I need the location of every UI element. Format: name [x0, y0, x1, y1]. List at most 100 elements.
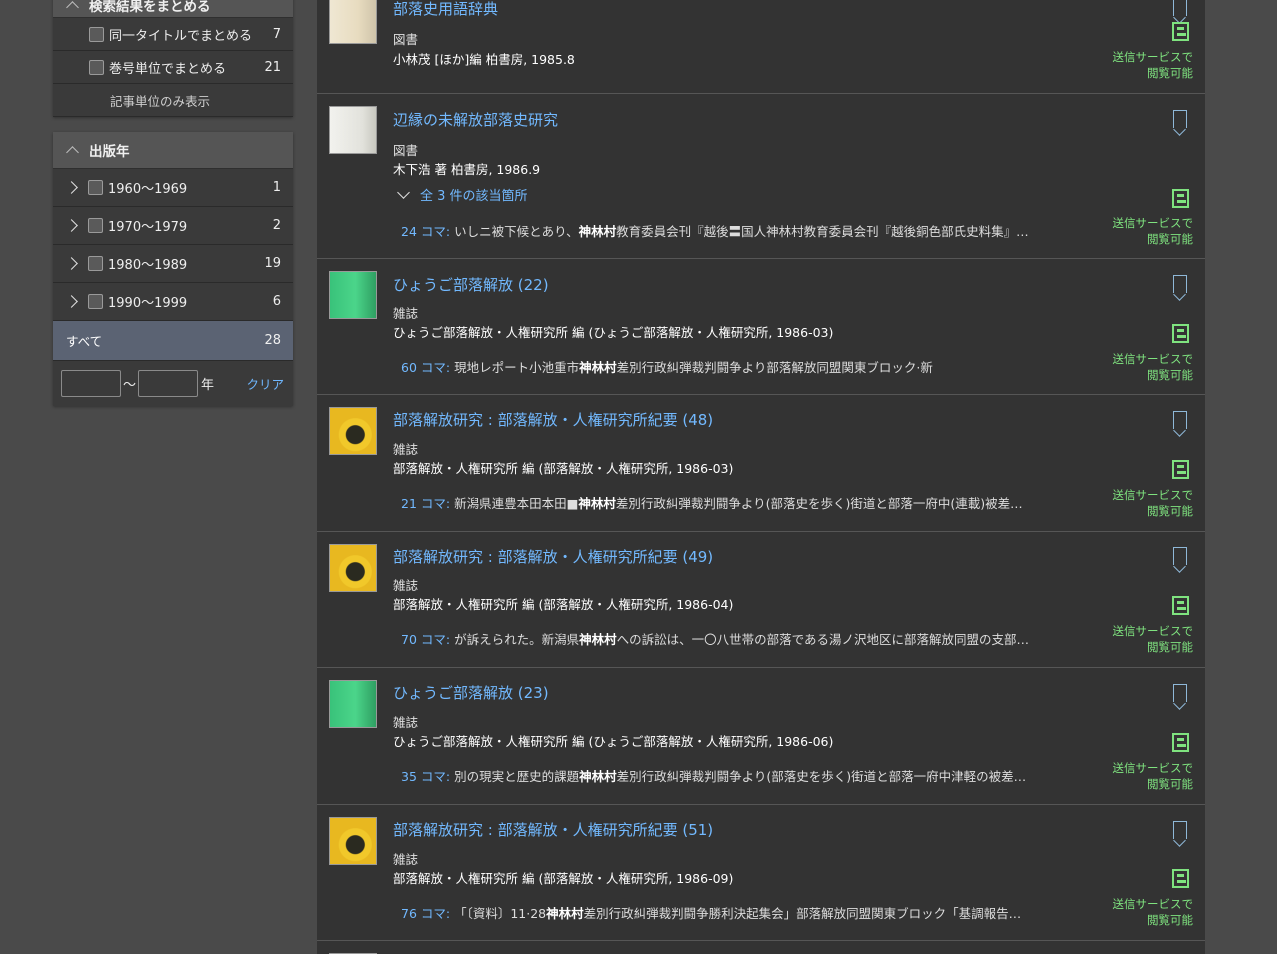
bookmark-icon[interactable]: [1173, 547, 1187, 565]
expand-matches-toggle[interactable]: 全 3 件の該当箇所: [397, 185, 528, 204]
article-only-link[interactable]: 記事単位のみ表示: [53, 84, 293, 117]
bookmark-icon[interactable]: [1173, 0, 1187, 16]
group-same-title-label: 同一タイトルでまとめる: [109, 28, 253, 44]
range-unit: 年: [201, 378, 215, 393]
year-count: 1: [272, 180, 281, 195]
year-row-1990s[interactable]: 1990〜1999 6: [53, 283, 293, 321]
year-count: 2: [272, 218, 281, 233]
result-author: 木下浩 著 柏書房, 1986.9: [393, 162, 541, 177]
snippet-frame-link[interactable]: 60 コマ:: [401, 360, 450, 375]
result-thumbnail[interactable]: [329, 544, 377, 592]
year-row-1980s[interactable]: 1980〜1989 19: [53, 245, 293, 283]
group-by-issue-row[interactable]: 巻号単位でまとめる 21: [53, 51, 293, 84]
result-author: ひょうご部落解放・人権研究所 編 (ひょうご部落解放・人権研究所, 1986-0…: [393, 734, 834, 749]
year-label: 1960〜1969: [108, 182, 188, 197]
year-row-1970s[interactable]: 1970〜1979 2: [53, 207, 293, 245]
result-author: 部落解放・人権研究所 編 (部落解放・人権研究所, 1986-03): [393, 461, 734, 476]
result-item: 部落解放研究 : 部落解放・人権研究所紀要 (48) 雑誌 部落解放・人権研究所…: [317, 395, 1205, 532]
result-item: 部落解放研究 : 部落解放・人権研究所紀要 (51) 雑誌 部落解放・人権研究所…: [317, 805, 1205, 941]
chevron-up-icon: [66, 146, 79, 159]
result-item: 部落解放研究 : 部落解放・人権研究所紀要 (49) 雑誌 部落解放・人権研究所…: [317, 532, 1205, 668]
result-author: 小林茂 [ほか]編 柏書房, 1985.8: [393, 52, 575, 67]
result-thumbnail[interactable]: [329, 817, 377, 865]
result-type: 雑誌: [393, 715, 419, 730]
bookmark-icon[interactable]: [1173, 110, 1187, 128]
online-viewer-icon: [1172, 596, 1189, 615]
online-availability-text: 送信サービスで 閲覧可能: [1112, 761, 1194, 791]
result-thumbnail[interactable]: [329, 680, 377, 728]
group-same-title-row[interactable]: 同一タイトルでまとめる 7: [53, 18, 293, 51]
snippet-hit: 神林村: [578, 496, 616, 511]
snippet-hit: 神林村: [578, 224, 617, 239]
result-thumbnail[interactable]: [329, 106, 377, 154]
group-by-issue-label: 巻号単位でまとめる: [109, 61, 227, 77]
result-type: 雑誌: [393, 442, 419, 457]
online-availability-text: 送信サービスで 閲覧可能: [1112, 897, 1194, 927]
year-checkbox[interactable]: [88, 256, 103, 271]
snippet-frame-link[interactable]: 35 コマ:: [401, 769, 450, 784]
year-checkbox[interactable]: [88, 218, 103, 233]
result-item: ひょうご部落解放 (23) 雑誌 ひょうご部落解放・人権研究所 編 (ひょうご部…: [317, 668, 1205, 805]
group-results-title: 検索結果をまとめる: [89, 0, 211, 15]
online-viewer-icon: [1172, 460, 1189, 479]
publication-year-panel: 出版年 1960〜1969 1 1970〜1979 2 1980〜1989 19…: [53, 132, 293, 406]
result-type: 雑誌: [393, 578, 419, 593]
year-to-input[interactable]: [138, 370, 199, 397]
result-title[interactable]: 部落解放研究 : 部落解放・人権研究所紀要 (51): [393, 819, 713, 840]
snippet-frame-link[interactable]: 76 コマ:: [401, 906, 450, 921]
online-viewer-icon: [1172, 869, 1189, 888]
range-tilde: 〜: [123, 378, 137, 393]
bookmark-icon[interactable]: [1173, 411, 1187, 429]
bookmark-icon[interactable]: [1173, 821, 1187, 839]
publication-year-header[interactable]: 出版年: [53, 132, 293, 169]
range-clear-link[interactable]: クリア: [246, 374, 284, 393]
year-range-row: 〜 年 クリア: [53, 361, 293, 406]
bookmark-icon[interactable]: [1173, 684, 1187, 702]
year-from-input[interactable]: [61, 370, 121, 397]
group-results-header[interactable]: 検索結果をまとめる: [53, 0, 293, 18]
chevron-right-icon[interactable]: [65, 257, 78, 270]
chevron-right-icon[interactable]: [65, 295, 78, 308]
group-results-panel: 検索結果をまとめる 同一タイトルでまとめる 7 巻号単位でまとめる 21 記事単…: [53, 0, 293, 117]
expand-matches-label: 全 3 件の該当箇所: [420, 189, 528, 204]
result-snippet: 35 コマ: 別の現実と歴史的課題神林村差別行政糾弾裁判闘争より(部落史を歩く)街…: [401, 769, 1027, 784]
snippet-frame-link[interactable]: 70 コマ:: [401, 632, 450, 647]
year-label: 1990〜1999: [108, 296, 188, 311]
result-title[interactable]: ひょうご部落解放 (23): [393, 682, 549, 703]
result-title[interactable]: 部落史用語辞典: [393, 0, 498, 19]
online-availability-text: 送信サービスで 閲覧可能: [1112, 352, 1194, 382]
group-by-issue-checkbox[interactable]: [89, 59, 104, 75]
year-all-count: 28: [264, 333, 281, 348]
year-all-label: すべて: [66, 334, 103, 349]
online-viewer-icon: [1172, 189, 1189, 208]
result-thumbnail[interactable]: [329, 407, 377, 455]
chevron-right-icon[interactable]: [65, 181, 78, 194]
result-type: 図書: [393, 143, 419, 158]
result-author: 部落解放・人権研究所 編 (部落解放・人権研究所, 1986-09): [393, 871, 734, 886]
snippet-frame-link[interactable]: 24 コマ:: [401, 224, 450, 239]
result-title[interactable]: 部落解放研究 : 部落解放・人権研究所紀要 (48): [393, 409, 713, 430]
result-item: 部落史用語辞典 図書 小林茂 [ほか]編 柏書房, 1985.8 送信サービスで…: [317, 0, 1205, 94]
result-title[interactable]: ひょうご部落解放 (22): [393, 274, 549, 295]
year-label: 1970〜1979: [108, 220, 188, 235]
snippet-frame-link[interactable]: 21 コマ:: [401, 496, 450, 511]
result-snippet: 24 コマ: いしニ被下候とあり、神林村教育委員会刊『越後〓国人神林村教育委員会刊…: [401, 224, 1029, 239]
result-item: 辺縁の未解放部落史研究 図書 木下浩 著 柏書房, 1986.9 全 3 件の該…: [317, 94, 1205, 259]
bookmark-icon[interactable]: [1173, 275, 1187, 293]
result-thumbnail[interactable]: [329, 0, 377, 44]
online-viewer-icon: [1172, 22, 1189, 41]
year-all-row[interactable]: すべて 28: [53, 321, 293, 361]
chevron-right-icon[interactable]: [65, 219, 78, 232]
snippet-hit: 神林村: [579, 769, 617, 784]
year-checkbox[interactable]: [88, 294, 103, 309]
result-type: 雑誌: [393, 306, 419, 321]
result-author: 部落解放・人権研究所 編 (部落解放・人権研究所, 1986-04): [393, 597, 734, 612]
result-thumbnail[interactable]: [329, 271, 377, 319]
group-same-title-checkbox[interactable]: [89, 26, 104, 42]
year-row-1960s[interactable]: 1960〜1969 1: [53, 169, 293, 207]
result-title[interactable]: 辺縁の未解放部落史研究: [393, 109, 558, 130]
publication-year-title: 出版年: [89, 144, 130, 160]
result-title[interactable]: 部落解放研究 : 部落解放・人権研究所紀要 (49): [393, 546, 713, 567]
page: 検索結果をまとめる 同一タイトルでまとめる 7 巻号単位でまとめる 21 記事単…: [0, 0, 1277, 954]
year-checkbox[interactable]: [88, 180, 103, 195]
